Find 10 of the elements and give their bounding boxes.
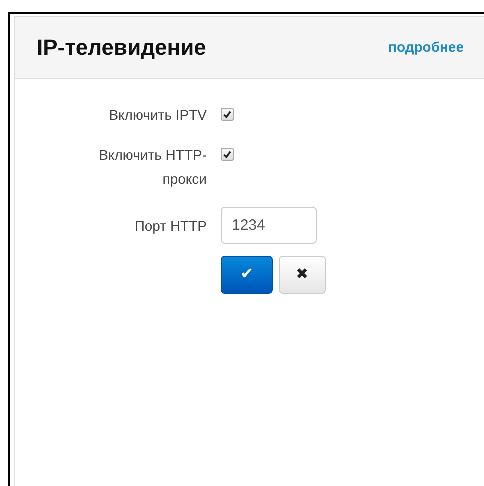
checkbox[interactable] bbox=[221, 148, 234, 161]
panel-title: IP-телевидение bbox=[37, 34, 206, 62]
field-label: Включить HTTP-прокси bbox=[98, 146, 208, 189]
field-label: Включить IPTV bbox=[108, 106, 208, 125]
checkbox[interactable] bbox=[221, 108, 234, 121]
cancel-button[interactable]: ✖ bbox=[279, 256, 326, 294]
more-link[interactable]: подробнее bbox=[388, 37, 464, 58]
field-label: Порт HTTP bbox=[134, 216, 208, 236]
port-input[interactable]: 1234 bbox=[221, 207, 317, 244]
save-button[interactable]: ✔ bbox=[221, 256, 273, 294]
